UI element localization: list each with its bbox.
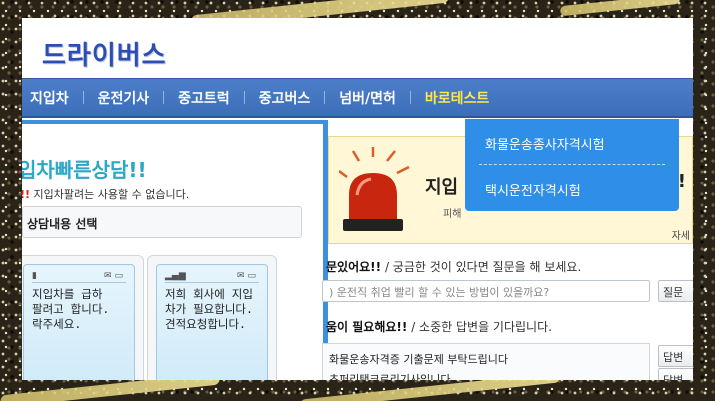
phone-status-bar: ▮ ✉▭: [32, 271, 126, 283]
banner-subtitle: 피해: [443, 209, 462, 220]
nav-divider: [324, 91, 326, 104]
help-list: 화물운송자격증 기출문제 부탁드립니다 초퍼리탱크로리기사입니다...: [322, 343, 650, 380]
main-nav: 지입차 운전기사 중고트럭 중고버스 넘버/면허 바로테스트: [22, 78, 693, 118]
phone-screen: ▮ ✉▭ 지입차를 급하 팔려고 합니다. 락주세요.: [23, 264, 135, 380]
dropdown-divider: [479, 164, 665, 165]
question-heading-title: 문있어요!!: [326, 260, 382, 274]
card-message: 저희 회사에 지입 차가 필요합니다. 견적요청합니다.: [165, 287, 253, 331]
mail-battery-icons: ✉▭: [236, 271, 259, 281]
question-heading-sub: / 궁금한 것이 있다면 질문을 해 보세요.: [384, 260, 582, 274]
answer-button[interactable]: 답변: [658, 368, 693, 380]
phone-screen: ▂▄▆ ✉▭ 저희 회사에 지입 차가 필요합니다. 견적요청합니다.: [156, 264, 268, 380]
header: 드라이버스: [22, 18, 693, 76]
list-item[interactable]: 화물운송자격증 기출문제 부탁드립니다: [329, 351, 508, 367]
nav-divider: [409, 91, 411, 104]
nav-item-jiipcha[interactable]: 지입차: [30, 88, 69, 108]
consult-card-need[interactable]: ▂▄▆ ✉▭ 저희 회사에 지입 차가 필요합니다. 견적요청합니다.: [147, 255, 277, 380]
mail-battery-icons: ✉▭: [103, 271, 126, 281]
dropdown-item-taxi-exam[interactable]: 택시운전자격시험: [485, 180, 581, 199]
nav-item-used-bus[interactable]: 중고버스: [259, 88, 311, 108]
consult-notice: !! 지입차팔려는 사용할 수 없습니다.: [22, 186, 189, 202]
siren-icon: [339, 147, 410, 231]
banner-title: 지입: [425, 177, 459, 198]
nav-item-driver[interactable]: 운전기사: [98, 88, 150, 108]
question-input[interactable]: ) 운전직 취업 빨리 할 수 있는 방법이 있을까요?: [322, 280, 650, 302]
question-heading: 문있어요!! / 궁금한 것이 있다면 질문을 해 보세요.: [326, 258, 581, 275]
notice-mark: !!: [22, 188, 31, 201]
nav-item-baro-test[interactable]: 바로테스트: [425, 88, 489, 108]
help-heading: 움이 필요해요!! / 소중한 답변을 기다립니다.: [326, 318, 552, 335]
signal-icon: ▂▄▆: [165, 271, 186, 281]
nav-item-used-truck[interactable]: 중고트럭: [178, 88, 230, 108]
question-submit-button[interactable]: 질문: [658, 280, 693, 302]
card-message: 지입차를 급하 팔려고 합니다. 락주세요.: [32, 287, 110, 331]
notice-text: 지입차팔려는 사용할 수 없습니다.: [33, 188, 190, 201]
background-streak: [559, 0, 681, 17]
site-logo[interactable]: 드라이버스: [42, 35, 167, 72]
phone-status-bar: ▂▄▆ ✉▭: [165, 271, 259, 283]
nav-item-number-license[interactable]: 넘버/면허: [339, 88, 396, 108]
nav-divider: [243, 91, 245, 104]
signal-icon: ▮: [32, 271, 37, 281]
help-heading-title: 움이 필요해요!!: [326, 320, 408, 334]
consult-title: 입차빠른상담!!: [22, 158, 147, 182]
answer-button[interactable]: 답변: [658, 345, 693, 367]
consult-card-sell[interactable]: ▮ ✉▭ 지입차를 급하 팔려고 합니다. 락주세요.: [22, 255, 144, 380]
list-item[interactable]: 초퍼리탱크로리기사입니다...: [329, 371, 461, 380]
dropdown-item-cargo-exam[interactable]: 화물운송종사자격시험: [485, 134, 605, 153]
nav-divider: [82, 91, 84, 104]
baro-test-dropdown: 화물운송종사자격시험 택시운전자격시험: [465, 119, 679, 211]
webpage: 드라이버스 지입차 운전기사 중고트럭 중고버스 넘버/면허 바로테스트 입차빠…: [22, 18, 693, 380]
quick-consult-panel: 입차빠른상담!! !! 지입차팔려는 사용할 수 없습니다. 상담내용 선택 ▮…: [22, 120, 328, 380]
nav-divider: [163, 91, 165, 104]
consult-type-select[interactable]: 상담내용 선택: [22, 206, 302, 238]
banner-detail-link[interactable]: 자세: [672, 227, 690, 242]
help-heading-sub: / 소중한 답변을 기다립니다.: [411, 320, 552, 334]
